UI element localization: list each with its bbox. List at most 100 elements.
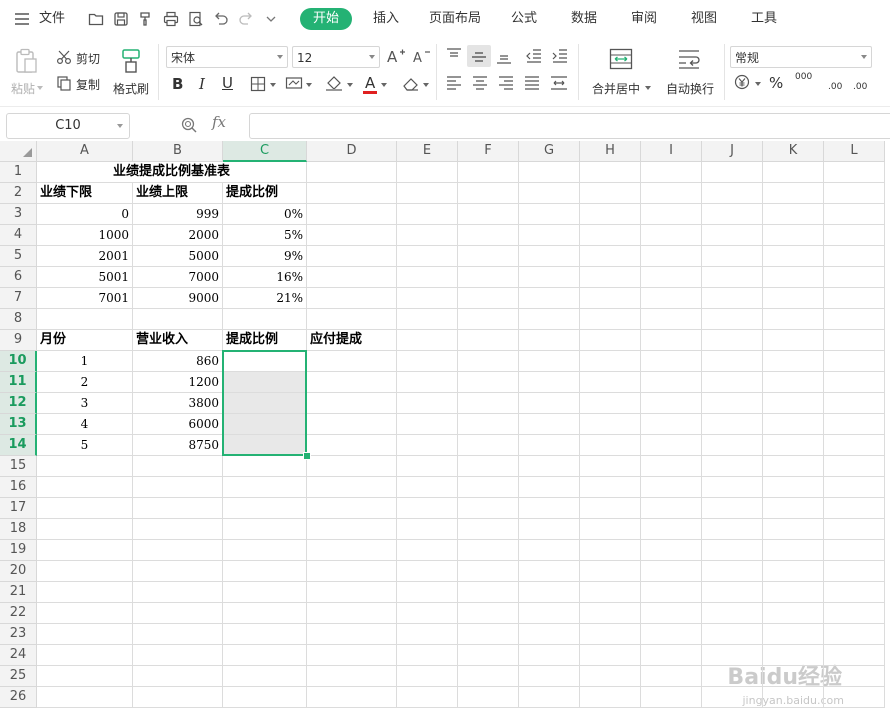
cell-g9[interactable]: [519, 330, 580, 351]
cell-l10[interactable]: [824, 351, 885, 372]
cell-g21[interactable]: [519, 582, 580, 603]
row-header-2[interactable]: 2: [0, 183, 37, 204]
cell-i20[interactable]: [641, 561, 702, 582]
cell-d20[interactable]: [307, 561, 397, 582]
cell-a17[interactable]: [37, 498, 133, 519]
cell-g26[interactable]: [519, 687, 580, 708]
cell-i21[interactable]: [641, 582, 702, 603]
cell-d6[interactable]: [307, 267, 397, 288]
cell-h12[interactable]: [580, 393, 641, 414]
cell-e10[interactable]: [397, 351, 458, 372]
thousands-separator-button[interactable]: 000: [795, 72, 812, 82]
column-header-h[interactable]: H: [580, 141, 641, 162]
cell-c7[interactable]: 21%: [223, 288, 307, 309]
font-color-dropdown-icon[interactable]: [381, 83, 387, 87]
cell-d18[interactable]: [307, 519, 397, 540]
cell-f19[interactable]: [458, 540, 519, 561]
cell-l24[interactable]: [824, 645, 885, 666]
formula-input[interactable]: [249, 113, 890, 139]
cell-i7[interactable]: [641, 288, 702, 309]
cell-k18[interactable]: [763, 519, 824, 540]
cell-b16[interactable]: [133, 477, 223, 498]
cell-k26[interactable]: [763, 687, 824, 708]
cell-i12[interactable]: [641, 393, 702, 414]
cell-j8[interactable]: [702, 309, 763, 330]
cell-i5[interactable]: [641, 246, 702, 267]
cell-e8[interactable]: [397, 309, 458, 330]
cell-h16[interactable]: [580, 477, 641, 498]
increase-decimal-button[interactable]: .00: [828, 82, 842, 92]
cell-c21[interactable]: [223, 582, 307, 603]
cell-h18[interactable]: [580, 519, 641, 540]
cell-f9[interactable]: [458, 330, 519, 351]
row-header-7[interactable]: 7: [0, 288, 37, 309]
bold-button[interactable]: B: [172, 75, 183, 93]
cell-d3[interactable]: [307, 204, 397, 225]
justify-icon[interactable]: [524, 76, 540, 90]
zoom-lookup-icon[interactable]: [180, 116, 198, 134]
cell-j25[interactable]: [702, 666, 763, 687]
column-header-a[interactable]: A: [37, 141, 133, 162]
border-icon[interactable]: [250, 76, 266, 92]
cell-l11[interactable]: [824, 372, 885, 393]
cell-h24[interactable]: [580, 645, 641, 666]
cell-h2[interactable]: [580, 183, 641, 204]
cell-l18[interactable]: [824, 519, 885, 540]
align-center-icon[interactable]: [472, 76, 488, 90]
cell-k6[interactable]: [763, 267, 824, 288]
eraser-icon[interactable]: [402, 76, 420, 92]
cell-j20[interactable]: [702, 561, 763, 582]
cell-l2[interactable]: [824, 183, 885, 204]
cell-f7[interactable]: [458, 288, 519, 309]
row-header-3[interactable]: 3: [0, 204, 37, 225]
cell-a20[interactable]: [37, 561, 133, 582]
cell-g3[interactable]: [519, 204, 580, 225]
currency-icon[interactable]: [734, 74, 750, 90]
cell-a18[interactable]: [37, 519, 133, 540]
percent-button[interactable]: %: [769, 74, 783, 92]
cell-k17[interactable]: [763, 498, 824, 519]
cell-a26[interactable]: [37, 687, 133, 708]
cell-i16[interactable]: [641, 477, 702, 498]
cell-i1[interactable]: [641, 162, 702, 183]
tab-tools[interactable]: 工具: [744, 8, 784, 30]
cell-f24[interactable]: [458, 645, 519, 666]
name-box[interactable]: C10: [6, 113, 130, 139]
row-header-17[interactable]: 17: [0, 498, 37, 519]
cell-f16[interactable]: [458, 477, 519, 498]
cell-j5[interactable]: [702, 246, 763, 267]
cell-i19[interactable]: [641, 540, 702, 561]
cell-k9[interactable]: [763, 330, 824, 351]
fill-style-icon[interactable]: [285, 76, 303, 92]
cell-a7[interactable]: 7001: [37, 288, 133, 309]
cell-c4[interactable]: 5%: [223, 225, 307, 246]
cell-h4[interactable]: [580, 225, 641, 246]
cell-i26[interactable]: [641, 687, 702, 708]
redo-icon[interactable]: [238, 11, 254, 27]
cell-k5[interactable]: [763, 246, 824, 267]
cell-j7[interactable]: [702, 288, 763, 309]
cell-j17[interactable]: [702, 498, 763, 519]
save-icon[interactable]: [113, 11, 129, 27]
cell-l12[interactable]: [824, 393, 885, 414]
font-name-select[interactable]: 宋体: [166, 46, 288, 68]
cell-i14[interactable]: [641, 435, 702, 456]
open-folder-icon[interactable]: [88, 11, 104, 27]
cell-j15[interactable]: [702, 456, 763, 477]
cell-f21[interactable]: [458, 582, 519, 603]
cell-d23[interactable]: [307, 624, 397, 645]
cell-c22[interactable]: [223, 603, 307, 624]
cell-a12[interactable]: 3: [37, 393, 133, 414]
cell-d10[interactable]: [307, 351, 397, 372]
cell-d7[interactable]: [307, 288, 397, 309]
cell-k19[interactable]: [763, 540, 824, 561]
cell-f26[interactable]: [458, 687, 519, 708]
cell-b19[interactable]: [133, 540, 223, 561]
cell-f20[interactable]: [458, 561, 519, 582]
cell-c24[interactable]: [223, 645, 307, 666]
cell-h11[interactable]: [580, 372, 641, 393]
cell-c10[interactable]: [223, 351, 307, 372]
print-icon[interactable]: [163, 11, 179, 27]
cell-e4[interactable]: [397, 225, 458, 246]
row-header-9[interactable]: 9: [0, 330, 37, 351]
